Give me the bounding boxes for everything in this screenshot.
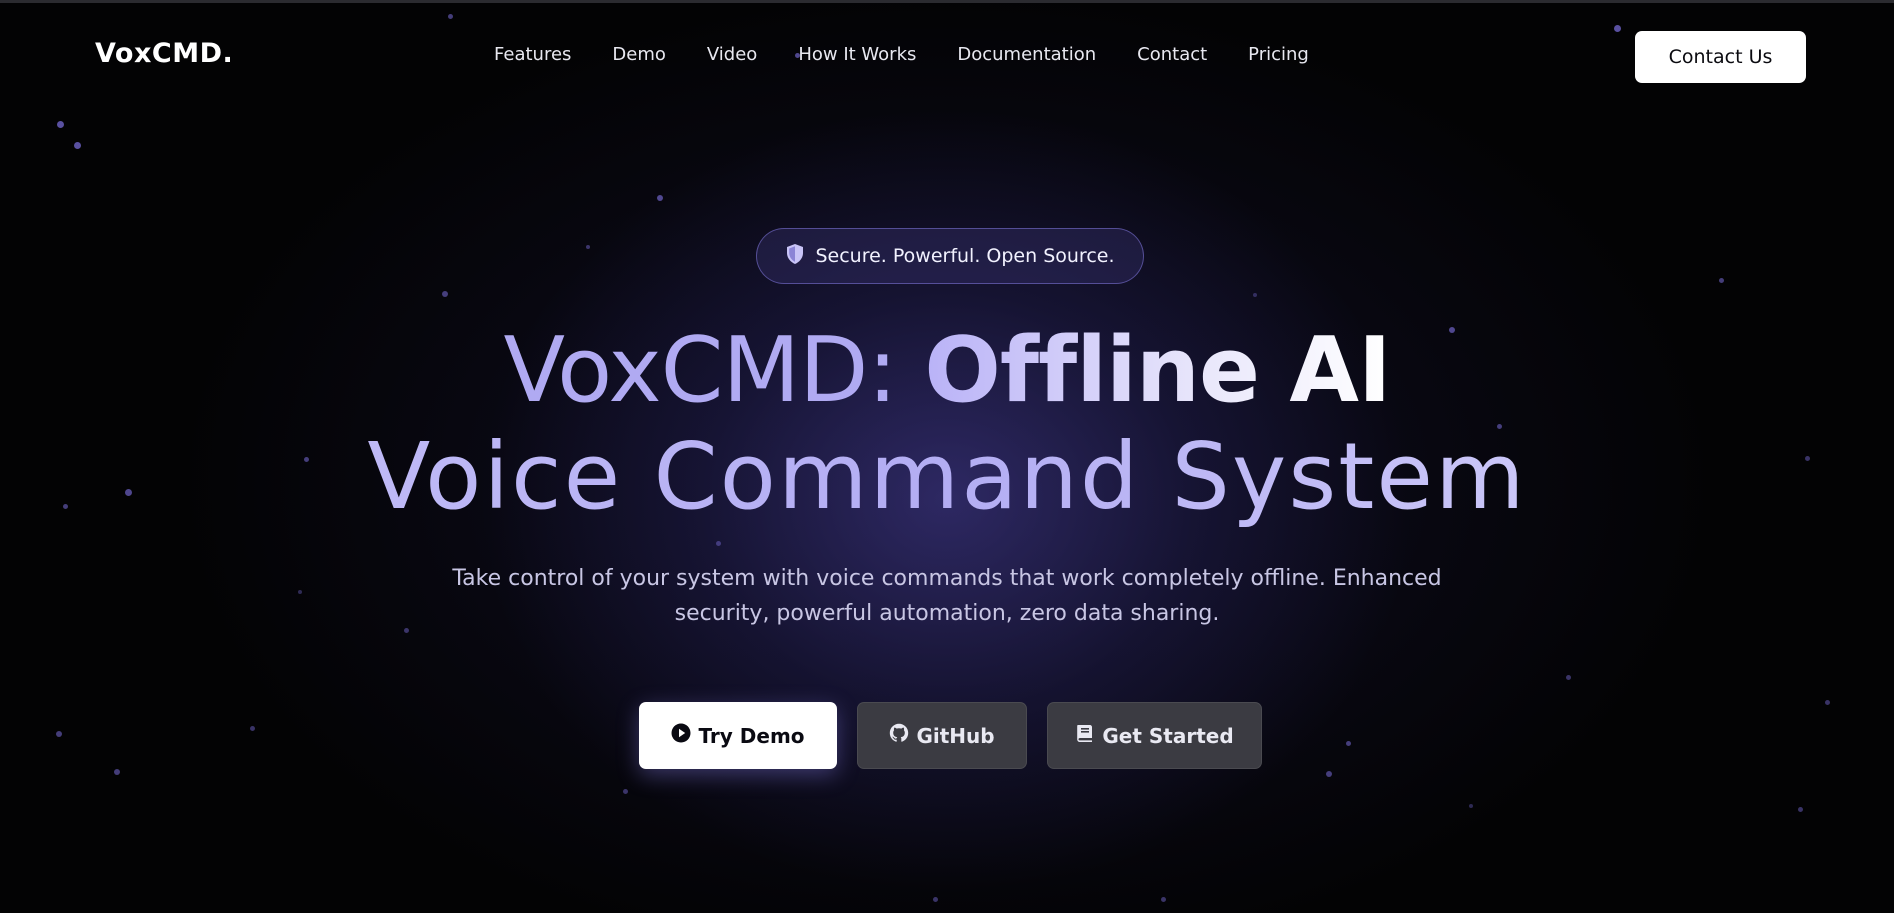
star-particle [1719, 278, 1724, 283]
hero-badge: Secure. Powerful. Open Source. [756, 228, 1144, 284]
star-particle [1326, 771, 1332, 777]
play-circle-icon [671, 723, 691, 748]
star-particle [404, 628, 409, 633]
star-particle [1469, 804, 1473, 808]
star-particle [56, 731, 62, 737]
nav-item-demo[interactable]: Demo [612, 44, 665, 65]
top-border [0, 0, 1894, 3]
star-particle [442, 291, 448, 297]
github-icon [889, 723, 909, 748]
star-particle [933, 897, 938, 902]
star-particle [1614, 25, 1621, 32]
hero-title-light: VoxCMD: [503, 318, 925, 423]
nav-item-contact[interactable]: Contact [1137, 44, 1207, 65]
nav-item-video[interactable]: Video [707, 44, 757, 65]
book-icon [1075, 723, 1095, 748]
contact-us-button[interactable]: Contact Us [1635, 31, 1806, 83]
star-particle [1161, 897, 1166, 902]
badge-text: Secure. Powerful. Open Source. [815, 245, 1115, 267]
try-demo-label: Try Demo [698, 723, 805, 748]
github-button[interactable]: GitHub [857, 702, 1027, 769]
hero-title-line2: Voice Command System [0, 423, 1894, 530]
hero-subtitle: Take control of your system with voice c… [452, 566, 1442, 626]
hero-title-bold: Offline AI [924, 318, 1391, 423]
get-started-button[interactable]: Get Started [1047, 702, 1262, 769]
nav-item-pricing[interactable]: Pricing [1248, 44, 1309, 65]
star-particle [57, 121, 64, 128]
nav-item-how-it-works[interactable]: How It Works [798, 44, 916, 65]
github-label: GitHub [916, 723, 995, 748]
hero-title-line1: VoxCMD: Offline AI [0, 318, 1894, 423]
get-started-label: Get Started [1102, 723, 1234, 748]
star-particle [74, 142, 81, 149]
main-nav: Features Demo Video How It Works Documen… [494, 44, 1350, 65]
star-particle [586, 245, 590, 249]
shield-icon [785, 243, 805, 270]
star-particle [1798, 807, 1803, 812]
nav-item-documentation[interactable]: Documentation [957, 44, 1096, 65]
star-particle [298, 590, 302, 594]
logo[interactable]: VoxCMD. [95, 38, 233, 69]
star-particle [623, 789, 628, 794]
nav-item-features[interactable]: Features [494, 44, 571, 65]
star-particle [448, 14, 453, 19]
star-particle [1346, 741, 1351, 746]
star-particle [1825, 700, 1830, 705]
star-particle [250, 726, 255, 731]
try-demo-button[interactable]: Try Demo [639, 702, 837, 769]
star-particle [114, 769, 120, 775]
page: VoxCMD. Features Demo Video How It Works… [0, 0, 1894, 913]
star-particle [716, 541, 721, 546]
star-particle [1566, 675, 1571, 680]
star-particle [1253, 293, 1257, 297]
star-particle [657, 195, 663, 201]
